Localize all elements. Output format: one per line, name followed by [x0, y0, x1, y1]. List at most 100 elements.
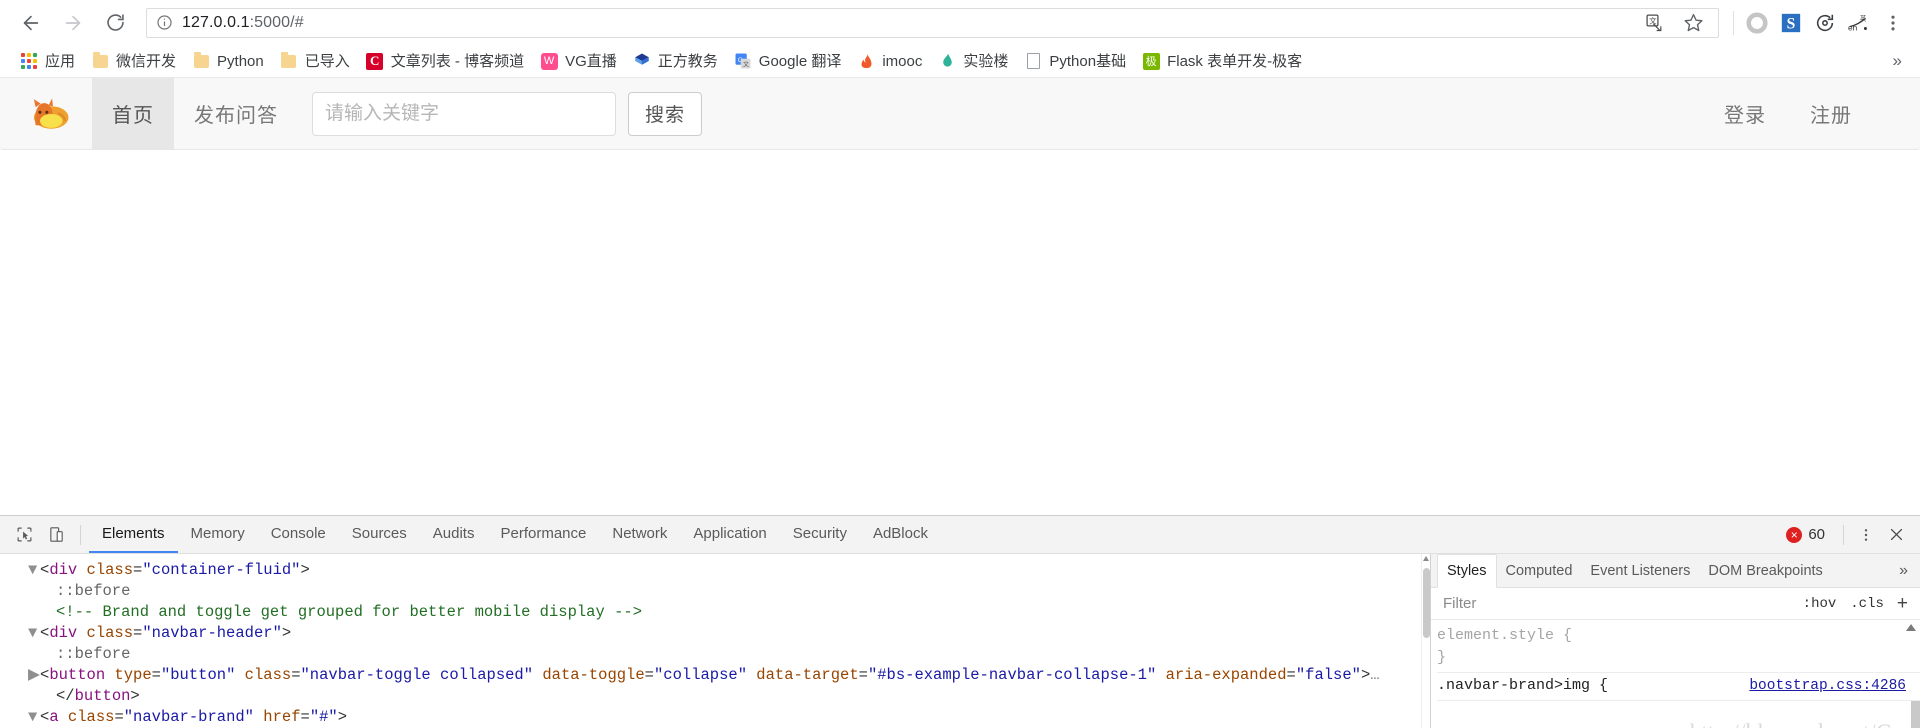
inspect-element-icon[interactable] [8, 520, 40, 550]
bookmark-csdn-article-list[interactable]: C 文章列表 - 博客频道 [358, 48, 532, 74]
back-button[interactable] [10, 2, 52, 44]
twisty-expanded-icon[interactable]: ▼ [28, 560, 40, 581]
nav-link-register[interactable]: 注册 [1788, 99, 1874, 128]
bookmarks-overflow-button[interactable]: » [1883, 51, 1912, 71]
tab-console[interactable]: Console [258, 516, 339, 553]
sogou-s-extension-icon[interactable]: S [1774, 6, 1808, 40]
tab-network[interactable]: Network [599, 516, 680, 553]
css-selector[interactable]: element.style { [1437, 625, 1572, 647]
css-rule-block[interactable]: element.style {} [1437, 623, 1920, 673]
styles-scrollbar-thumb[interactable] [1911, 700, 1920, 728]
twisty-expanded-icon[interactable]: ▼ [28, 707, 40, 728]
dom-token-val: "navbar-toggle collapsed" [300, 666, 534, 684]
dom-tree-line[interactable]: ▼ <a class="navbar-brand" href="#"> [0, 707, 1421, 728]
css-source-link[interactable]: bootstrap.css:4286 [1749, 675, 1906, 697]
dom-tree-line[interactable]: ::before [0, 581, 1421, 602]
styles-rules-list[interactable]: element.style {} .navbar-brand>img { boots… [1431, 620, 1920, 728]
dom-tree-pane[interactable]: ▼ <div class="container-fluid">::before <!… [0, 554, 1421, 728]
search-button[interactable]: 搜索 [628, 91, 703, 136]
tab-security[interactable]: Security [780, 516, 860, 553]
folder-icon [91, 51, 109, 70]
new-style-rule-button[interactable]: + [1891, 594, 1914, 613]
devtools-close-icon[interactable] [1882, 521, 1910, 549]
dom-token-val: "#" [309, 708, 338, 726]
css-selector[interactable]: .navbar-brand>img { [1437, 675, 1608, 697]
device-toolbar-icon[interactable] [40, 520, 72, 550]
bookmark-flask-form-jike[interactable]: 极 Flask 表单开发-极客 [1134, 48, 1310, 74]
dom-tree-line[interactable]: ▼ <div class="navbar-header"> [0, 623, 1421, 644]
twisty-collapsed-icon[interactable]: ▶ [28, 665, 40, 686]
bookmark-label: Python [217, 52, 264, 70]
star-icon[interactable] [1676, 6, 1710, 40]
bookmark-apps[interactable]: 应用 [12, 48, 83, 74]
three-dot-menu-icon[interactable] [1876, 6, 1910, 40]
scrollbar-thumb[interactable] [1423, 568, 1430, 638]
twisty-expanded-icon[interactable]: ▼ [28, 623, 40, 644]
tab-dom-breakpoints[interactable]: DOM Breakpoints [1699, 554, 1831, 587]
bookmark-label: 正方教务 [657, 52, 718, 70]
bookmark-google-translate[interactable]: G文 Google 翻译 [726, 48, 850, 74]
dom-token-val: "#bs-example-navbar-collapse-1" [867, 666, 1157, 684]
tab-memory[interactable]: Memory [178, 516, 258, 553]
dom-token-punct: > [300, 561, 310, 579]
dom-tree-line[interactable]: ::before [0, 644, 1421, 665]
tab-audits[interactable]: Audits [420, 516, 488, 553]
en-translate-extension-icon[interactable]: en 英 [1842, 6, 1876, 40]
page-icon [1024, 52, 1042, 70]
dom-token-tag: button [74, 687, 131, 705]
dom-tree-scrollbar[interactable] [1421, 554, 1430, 728]
devtools-tabs: Elements Memory Console Sources Audits P… [89, 516, 941, 553]
dom-tree-line[interactable]: ▶<button type="button" class="navbar-tog… [0, 665, 1421, 686]
tab-computed[interactable]: Computed [1497, 554, 1582, 587]
bookmark-wechat-dev[interactable]: 微信开发 [83, 48, 184, 74]
gray-circle-extension-icon[interactable] [1740, 6, 1774, 40]
styles-filter-input[interactable] [1441, 594, 1796, 613]
dom-tree-line[interactable]: </button> [0, 686, 1421, 707]
tab-performance[interactable]: Performance [487, 516, 599, 553]
error-count-badge[interactable]: × 60 [1782, 526, 1835, 543]
dom-token-punct: = [300, 708, 310, 726]
devtools-menu-icon[interactable] [1852, 521, 1880, 549]
cls-toggle-button[interactable]: .cls [1843, 596, 1891, 612]
dom-token-punct: > [337, 708, 348, 726]
styles-tabs-overflow-icon[interactable]: » [1887, 554, 1920, 587]
dom-token-comment: <!-- Brand and toggle get grouped for be… [56, 603, 642, 621]
page-viewport: 首页 发布问答 搜索 登录 注册 [0, 78, 1920, 515]
info-circle-icon[interactable] [155, 14, 173, 32]
tab-event-listeners[interactable]: Event Listeners [1581, 554, 1699, 587]
nav-link-home[interactable]: 首页 [92, 78, 174, 149]
forward-button[interactable] [52, 2, 94, 44]
dom-token-attr: type [105, 666, 152, 684]
translate-icon[interactable]: 文 [1638, 6, 1672, 40]
bookmark-python-basics[interactable]: Python基础 [1016, 48, 1134, 74]
bookmark-vg-live[interactable]: W VG直播 [532, 48, 625, 74]
hov-toggle-button[interactable]: :hov [1796, 596, 1844, 612]
bookmark-imported[interactable]: 已导入 [272, 48, 358, 74]
tab-sources[interactable]: Sources [339, 516, 420, 553]
bookmark-zhengfang[interactable]: 正方教务 [625, 48, 726, 74]
scroll-up-arrow-icon[interactable] [1423, 556, 1429, 561]
bookmark-python-folder[interactable]: Python [184, 48, 272, 74]
reload-button[interactable] [94, 2, 136, 44]
dom-tree-line[interactable]: <!-- Brand and toggle get grouped for be… [0, 602, 1421, 623]
dom-tree-line[interactable]: ▼ <div class="container-fluid"> [0, 560, 1421, 581]
search-input[interactable] [312, 91, 616, 136]
error-count: 60 [1808, 526, 1825, 543]
url-host: 127.0.0.1 [182, 13, 250, 31]
site-navbar: 首页 发布问答 搜索 登录 注册 [0, 78, 1920, 150]
tab-application[interactable]: Application [680, 516, 779, 553]
dom-token-punct: > [1360, 666, 1371, 684]
tab-adblock[interactable]: AdBlock [860, 516, 941, 553]
address-bar[interactable]: 127.0.0.1:5000/# 文 [146, 6, 1719, 40]
tab-styles[interactable]: Styles [1437, 554, 1497, 588]
css-rule-block[interactable]: .navbar-brand>img { bootstrap.css:4286 [1437, 673, 1920, 701]
history-refresh-extension-icon[interactable] [1808, 6, 1842, 40]
tab-elements[interactable]: Elements [89, 516, 178, 553]
folder-icon [192, 51, 210, 70]
dom-token-attr: class [77, 624, 134, 642]
bookmark-imooc[interactable]: imooc [849, 48, 930, 74]
nav-link-post-question[interactable]: 发布问答 [174, 78, 298, 149]
navbar-brand-link[interactable] [0, 78, 92, 149]
nav-link-login[interactable]: 登录 [1702, 99, 1788, 128]
bookmark-shiyanlou[interactable]: 实验楼 [930, 48, 1016, 74]
